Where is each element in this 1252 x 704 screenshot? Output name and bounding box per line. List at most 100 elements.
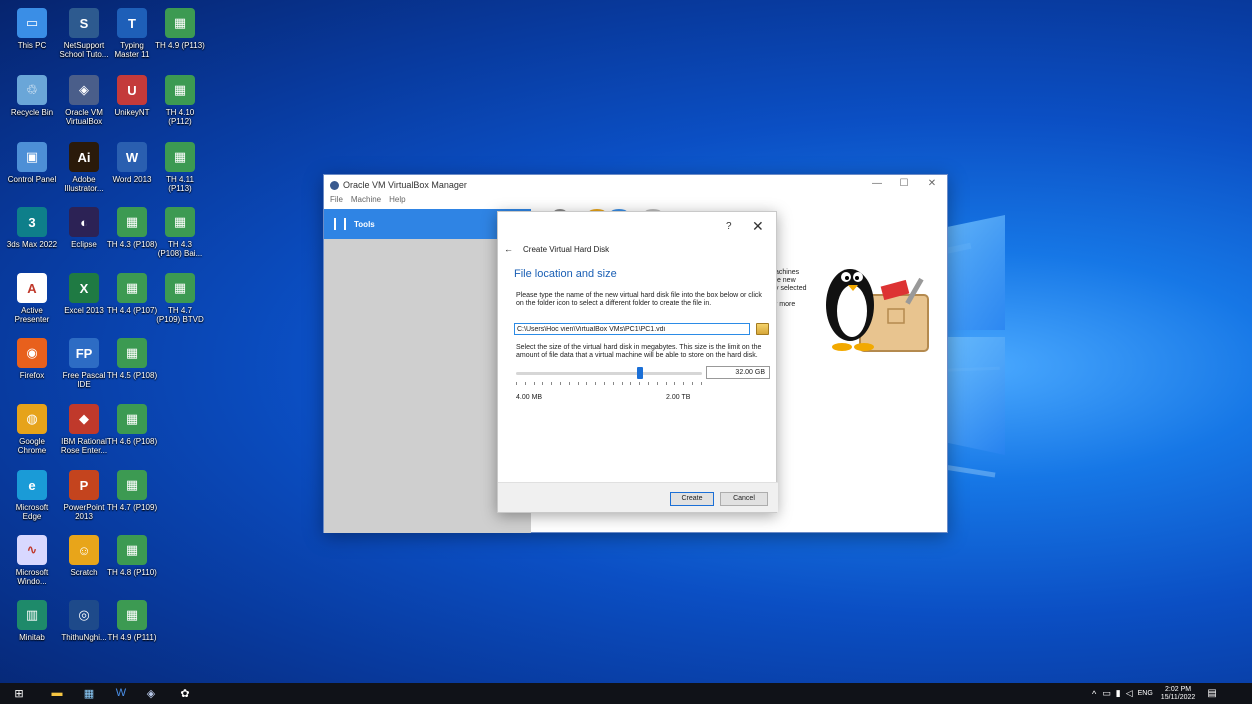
excel-file-icon: ▦ <box>117 470 147 500</box>
desktop-shortcut-label: Microsoft Edge <box>15 503 49 521</box>
desktop-shortcut-label: Active Presenter <box>14 306 50 324</box>
control-panel-icon: ▣ <box>17 142 47 172</box>
desktop-shortcut-label: TH 4.3 (P108) Bai... <box>157 240 203 258</box>
network-icon[interactable]: ▭ <box>1102 688 1111 699</box>
dialog-header: ← Create Virtual Hard Disk <box>498 240 776 258</box>
dialog-close-button[interactable]: ✕ <box>752 218 764 235</box>
desktop-shortcut-label: Microsoft Windo... <box>15 568 49 586</box>
word-taskbar-icon[interactable]: W <box>114 686 128 700</box>
desktop-shortcut[interactable]: ♲ Recycle Bin <box>4 75 60 139</box>
desktop-shortcut[interactable]: ◍ Google Chrome <box>4 404 60 468</box>
excel-file-icon: ▦ <box>117 404 147 434</box>
settings-gear-icon[interactable]: ✿ <box>178 686 192 700</box>
back-arrow-icon[interactable]: ← <box>504 244 513 254</box>
slider-tick <box>595 382 597 385</box>
menu-file[interactable]: File <box>330 195 343 208</box>
size-slider-track[interactable] <box>516 372 702 375</box>
empty-slot <box>152 404 208 468</box>
create-button[interactable]: Create <box>670 492 714 506</box>
desktop-shortcut[interactable]: e Microsoft Edge <box>4 470 60 534</box>
desktop-shortcut-label: Control Panel <box>7 175 57 184</box>
slider-tick <box>542 382 544 385</box>
path-row <box>514 323 769 335</box>
battery-icon[interactable]: ▮ <box>1116 688 1121 699</box>
volume-icon[interactable]: ◁ <box>1126 688 1133 699</box>
excel-file-icon: ▦ <box>165 273 195 303</box>
folder-icon[interactable] <box>756 323 769 335</box>
clock[interactable]: 2:02 PM 15/11/2022 <box>1161 686 1196 702</box>
desktop-shortcut[interactable]: ▦ TH 4.3 (P108) Bai... <box>152 207 208 271</box>
slider-tick <box>524 382 526 385</box>
window-title: Oracle VM VirtualBox Manager <box>343 180 467 190</box>
desktop-shortcut[interactable]: ▦ TH 4.9 (P113) <box>152 8 208 72</box>
virtualbox-taskbar-icon[interactable]: ◈ <box>144 686 158 700</box>
desktop-shortcut[interactable]: ▦ TH 4.10 (P112) <box>152 75 208 139</box>
desktop-shortcut-label: This PC <box>17 41 47 50</box>
dialog-footer: Create Cancel <box>498 482 778 512</box>
notification-icon[interactable]: ▤ <box>1207 688 1216 699</box>
desktop-shortcut[interactable]: ▣ Control Panel <box>4 142 60 206</box>
excel-icon: X <box>69 273 99 303</box>
thithu-icon: ◎ <box>69 600 99 630</box>
desktop-shortcut[interactable]: ◉ Firefox <box>4 338 60 402</box>
size-input[interactable]: 32.00 GB <box>706 366 770 379</box>
netsupport-icon: S <box>69 8 99 38</box>
virtualbox-mascot-illustration <box>826 269 929 352</box>
firefox-icon: ◉ <box>17 338 47 368</box>
tools-label: Tools <box>354 219 375 229</box>
start-windows-icon[interactable]: ⊞ <box>12 686 26 700</box>
desktop-shortcut-label: Google Chrome <box>17 437 47 455</box>
file-path-input[interactable] <box>514 323 750 335</box>
desktop-shortcut-label: Minitab <box>19 633 45 642</box>
powerpoint-icon: P <box>69 470 99 500</box>
excel-file-icon: ▦ <box>117 338 147 368</box>
size-description: Select the size of the virtual hard disk… <box>516 344 762 359</box>
intro-text: Please type the name of the new virtual … <box>516 292 762 307</box>
slider-tick <box>621 382 623 385</box>
menu-help[interactable]: Help <box>389 195 405 208</box>
size-slider-thumb[interactable] <box>637 367 643 379</box>
recycle-bin-icon: ♲ <box>17 75 47 105</box>
desktop-shortcut[interactable]: A Active Presenter <box>4 273 60 337</box>
slider-tick <box>603 382 605 385</box>
taskbar-app-icon[interactable]: ▦ <box>82 686 96 700</box>
word-icon: W <box>117 142 147 172</box>
excel-file-icon: ▦ <box>165 75 195 105</box>
rational-rose-icon: ◆ <box>69 404 99 434</box>
slider-tick <box>691 382 693 385</box>
slider-tick <box>586 382 588 385</box>
menu-machine[interactable]: Machine <box>351 195 381 208</box>
maximize-button[interactable]: ☐ <box>894 178 914 189</box>
create-virtual-hard-disk-dialog: ? ✕ ← Create Virtual Hard Disk File loca… <box>497 211 778 513</box>
size-slider-area: 32.00 GB 4.00 MB 2.00 TB <box>516 366 776 406</box>
help-button[interactable]: ? <box>726 221 732 232</box>
desktop-shortcut[interactable]: ∿ Microsoft Windo... <box>4 535 60 599</box>
desktop-shortcut-label: TH 4.11 (P113) <box>166 175 194 193</box>
minimize-button[interactable]: — <box>867 178 887 189</box>
math-icon: ∿ <box>17 535 47 565</box>
slider-tick <box>559 382 561 385</box>
file-explorer-icon[interactable]: ▬ <box>50 686 64 700</box>
unikey-icon: U <box>117 75 147 105</box>
virtualbox-logo-icon <box>330 180 339 190</box>
desktop-shortcut-label: 3ds Max 2022 <box>6 240 58 249</box>
desktop-shortcut[interactable]: ▭ This PC <box>4 8 60 72</box>
slider-tick <box>551 382 553 385</box>
close-button[interactable]: ✕ <box>922 178 942 189</box>
desktop-shortcut[interactable]: 3 3ds Max 2022 <box>4 207 60 271</box>
clock-date: 15/11/2022 <box>1160 693 1196 701</box>
desktop-shortcut[interactable]: ▦ TH 4.11 (P113) <box>152 142 208 206</box>
desktop-shortcut[interactable]: ▥ Minitab <box>4 600 60 664</box>
slider-tick <box>674 382 676 385</box>
empty-slot <box>152 535 208 599</box>
activepresenter-icon: A <box>17 273 47 303</box>
cancel-button[interactable]: Cancel <box>720 492 768 506</box>
chevron-up-icon[interactable]: ^ <box>1092 689 1096 699</box>
dialog-title-bar: ? ✕ <box>498 212 776 240</box>
slider-tick <box>656 382 658 385</box>
desktop-shortcut-label: TH 4.10 (P112) <box>165 108 195 126</box>
free-pascal-icon: FP <box>69 338 99 368</box>
desktop-shortcut[interactable]: ▦ TH 4.7 (P109) BTVD <box>152 273 208 337</box>
language-indicator[interactable]: ENG <box>1138 690 1153 697</box>
slider-tick <box>516 382 517 385</box>
